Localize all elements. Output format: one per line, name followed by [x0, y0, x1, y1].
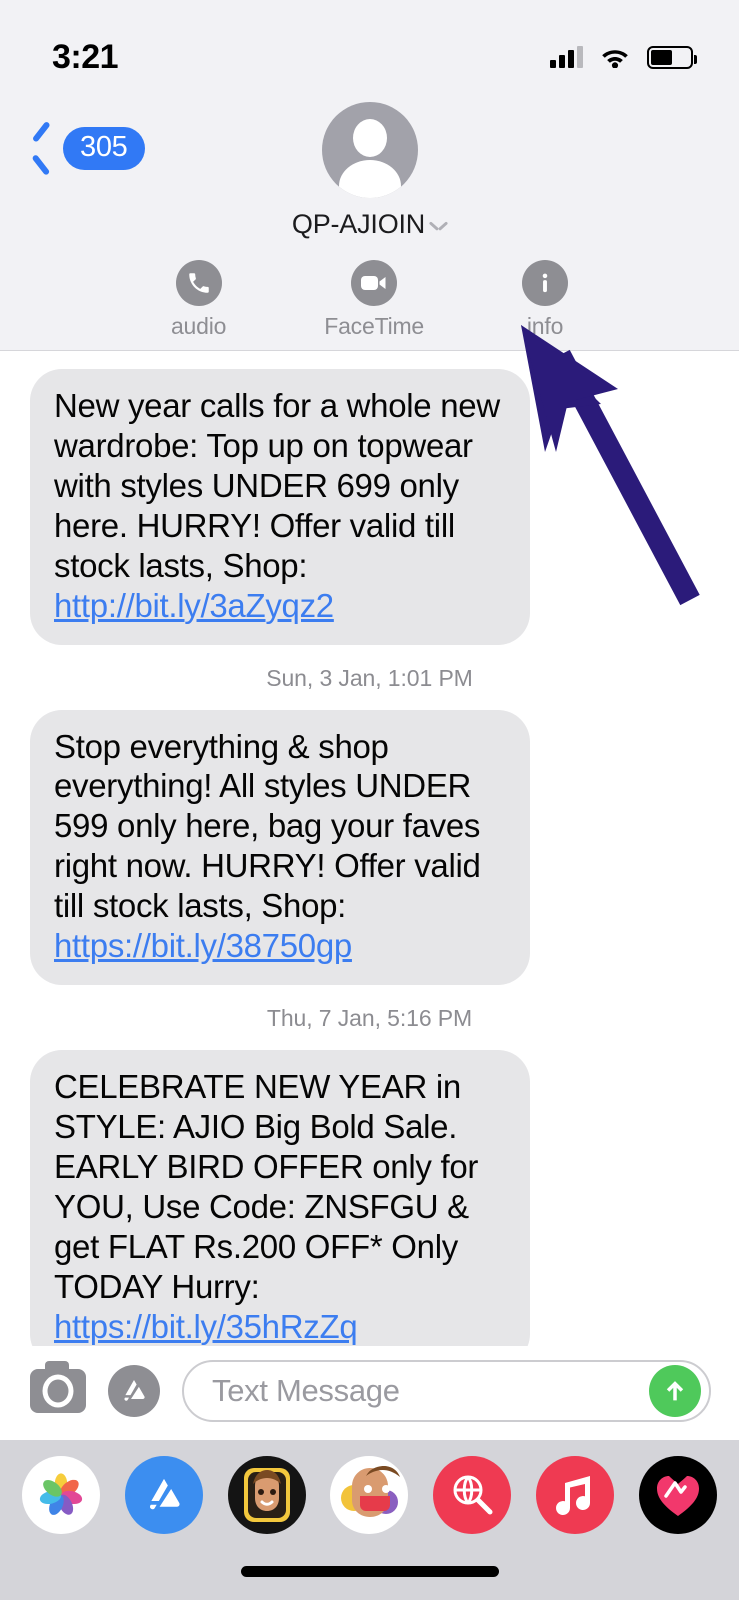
app-store-icon[interactable] [108, 1365, 160, 1417]
send-arrow-up-icon[interactable] [649, 1365, 701, 1417]
animoji-stickers-app-icon[interactable] [330, 1456, 409, 1534]
wifi-icon [600, 46, 630, 69]
message-thread[interactable]: New year calls for a whole new wardrobe:… [0, 351, 739, 1346]
facetime-label: FaceTime [324, 313, 425, 339]
audio-call-label: audio [170, 313, 227, 339]
home-indicator-bar[interactable] [240, 1565, 499, 1577]
memoji-app-icon[interactable] [227, 1456, 306, 1534]
video-camera-icon [351, 260, 398, 306]
app-store-app-icon[interactable] [124, 1456, 203, 1534]
message-text: Stop everything & shop everything! All s… [54, 727, 481, 925]
contact-name-row[interactable]: QP-AJIOIN [292, 209, 447, 240]
photos-app-icon[interactable] [22, 1456, 100, 1534]
message-link[interactable]: https://bit.ly/38750gp [54, 927, 352, 964]
message-row: Stop everything & shop everything! All s… [0, 709, 739, 986]
home-indicator-area [0, 1542, 739, 1600]
message-bubble[interactable]: New year calls for a whole new wardrobe:… [30, 369, 530, 645]
contact-name: QP-AJIOIN [291, 209, 426, 239]
message-input-placeholder: Text Message [212, 1373, 400, 1408]
unread-count-badge: 305 [63, 126, 145, 170]
status-bar: 3:21 [0, 0, 739, 96]
person-placeholder-avatar [321, 102, 418, 198]
message-row: CELEBRATE NEW YEAR in STYLE: AJIO Big Bo… [0, 1050, 739, 1346]
imessage-app-drawer[interactable] [0, 1440, 739, 1542]
status-time: 3:21 [52, 37, 119, 76]
header-actions: audio FaceTime info [0, 260, 739, 340]
status-indicators [550, 45, 697, 69]
fitness-activity-app-icon[interactable] [638, 1456, 717, 1534]
message-link[interactable]: https://bit.ly/35hRzZq [54, 1308, 358, 1345]
message-input-field[interactable]: Text Message [182, 1360, 711, 1422]
conversation-header: 305 QP-AJIOIN audio FaceTime info [0, 96, 739, 351]
apple-music-app-icon[interactable] [536, 1456, 615, 1534]
message-composer: Text Message [0, 1346, 739, 1440]
chevron-down-icon[interactable] [430, 221, 447, 231]
images-search-app-icon[interactable] [433, 1456, 512, 1534]
info-circle-icon [522, 260, 569, 306]
battery-icon [647, 45, 697, 69]
message-timestamp: Thu, 7 Jan, 5:16 PM [266, 1005, 473, 1032]
back-button[interactable]: 305 [30, 126, 145, 170]
message-timestamp: Sun, 3 Jan, 1:01 PM [266, 664, 473, 691]
messages-screen: 3:21 305 QP-AJIOIN audio FaceTime info N… [0, 0, 739, 1600]
message-row: New year calls for a whole new wardrobe:… [0, 369, 739, 645]
message-text: CELEBRATE NEW YEAR in STYLE: AJIO Big Bo… [54, 1068, 479, 1305]
facetime-button[interactable]: FaceTime [324, 260, 424, 340]
audio-call-button[interactable]: audio [171, 260, 226, 340]
info-button[interactable]: info [522, 260, 569, 340]
chevron-left-icon [30, 126, 56, 170]
phone-icon [175, 260, 222, 306]
cellular-signal-icon [550, 46, 583, 68]
camera-icon[interactable] [30, 1361, 86, 1413]
message-bubble[interactable]: Stop everything & shop everything! All s… [30, 709, 530, 986]
message-bubble[interactable]: CELEBRATE NEW YEAR in STYLE: AJIO Big Bo… [30, 1050, 530, 1346]
info-label: info [526, 313, 564, 339]
message-text: New year calls for a whole new wardrobe:… [54, 387, 500, 584]
message-link[interactable]: http://bit.ly/3aZyqz2 [54, 587, 334, 624]
